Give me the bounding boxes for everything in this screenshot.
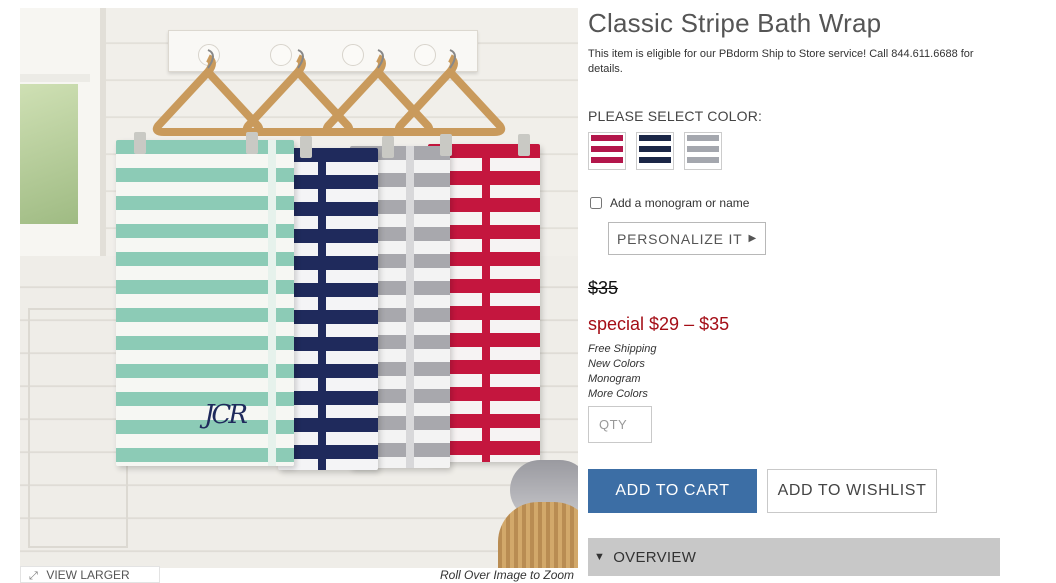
add-to-cart-button[interactable]: ADD TO CART xyxy=(588,469,757,513)
color-swatch-grey[interactable] xyxy=(684,132,722,170)
view-larger-label: VIEW LARGER xyxy=(46,568,130,582)
personalize-label: PERSONALIZE IT xyxy=(616,230,743,247)
original-price: $35 xyxy=(588,278,619,298)
feature-item: Monogram xyxy=(588,373,641,385)
feature-item: More Colors xyxy=(588,388,648,400)
monogram-embroidery: JCR xyxy=(204,400,248,430)
color-select-label: PLEASE SELECT COLOR: xyxy=(588,108,763,124)
window-bar xyxy=(20,74,90,82)
zoom-hint: Roll Over Image to Zoom xyxy=(440,568,575,582)
monogram-checkbox[interactable] xyxy=(590,197,602,209)
monogram-label: Add a monogram or name xyxy=(610,196,750,210)
hanger-clip xyxy=(134,132,146,154)
color-swatch-navy[interactable] xyxy=(636,132,674,170)
caret-down-icon: ▼ xyxy=(594,551,606,563)
hanger-clip xyxy=(300,136,312,158)
caret-right-icon: ▶ xyxy=(748,233,758,244)
add-to-wishlist-button[interactable]: ADD TO WISHLIST xyxy=(767,469,937,513)
product-image[interactable]: JCR xyxy=(20,8,578,568)
ship-to-store-note: This item is eligible for our PBdorm Shi… xyxy=(588,48,974,75)
panel-molding xyxy=(28,308,128,548)
hanger-clip xyxy=(440,134,452,156)
color-swatch-red[interactable] xyxy=(588,132,626,170)
feature-list: Free Shipping New Colors Monogram More C… xyxy=(588,342,657,402)
overview-label: OVERVIEW xyxy=(613,548,697,566)
window-glass xyxy=(20,84,78,224)
expand-icon: ⤢ xyxy=(29,570,38,582)
product-title: Classic Stripe Bath Wrap xyxy=(588,8,882,38)
view-larger-link[interactable]: ⤢ VIEW LARGER xyxy=(20,566,160,583)
overview-accordion[interactable]: ▼ OVERVIEW xyxy=(588,538,1000,576)
feature-item: Free Shipping xyxy=(588,343,657,355)
feature-item: New Colors xyxy=(588,358,645,370)
wicker-basket xyxy=(498,502,578,568)
color-swatches xyxy=(588,132,722,170)
hanger-clip xyxy=(246,132,258,154)
hanger-clip xyxy=(382,136,394,158)
quantity-input[interactable] xyxy=(588,406,652,443)
monogram-option[interactable]: Add a monogram or name xyxy=(590,196,749,210)
personalize-button[interactable]: PERSONALIZE IT ▶ xyxy=(608,222,766,255)
hanger-clip xyxy=(518,134,530,156)
wooden-hanger xyxy=(390,48,510,148)
special-price: special $29 – $35 xyxy=(588,314,730,334)
